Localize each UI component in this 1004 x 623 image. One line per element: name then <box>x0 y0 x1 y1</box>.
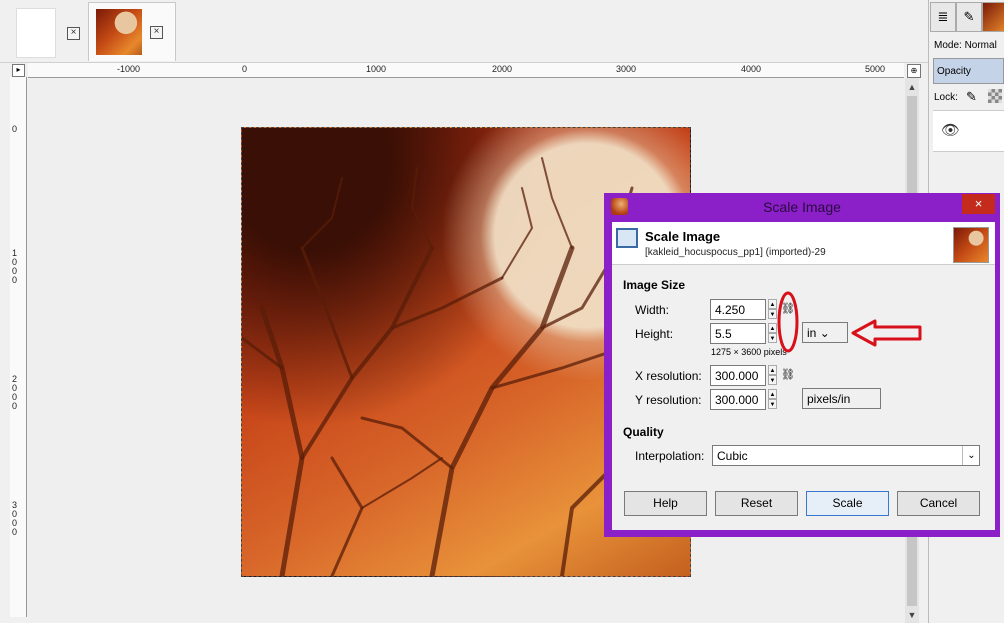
vertical-ruler: 0 1 0 0 0 2 0 0 0 3 0 0 0 <box>10 77 27 617</box>
brush-lock-icon[interactable]: ✎ <box>966 89 977 105</box>
image-thumbnail <box>96 9 142 55</box>
image-size-section-label: Image Size <box>623 278 686 292</box>
chevron-down-icon[interactable]: ⌄ <box>962 446 980 465</box>
dock-tabs: ≣ ✎ <box>930 2 1004 32</box>
height-input[interactable]: 5.5 <box>710 323 766 344</box>
image-preview-icon[interactable] <box>982 2 1004 32</box>
quick-mask-icon[interactable]: ▸ <box>12 64 25 77</box>
interpolation-select[interactable]: Cubic <box>712 445 980 466</box>
width-label: Width: <box>635 303 670 317</box>
scroll-up-icon[interactable]: ▲ <box>905 80 919 94</box>
annotation-overlay <box>777 291 922 353</box>
chain-highlight-circle <box>777 291 799 353</box>
scroll-down-icon[interactable]: ▼ <box>905 608 919 622</box>
dialog-heading: Scale Image <box>645 229 721 244</box>
ruler-tick: 0 <box>12 124 18 134</box>
resolution-chain-icon[interactable]: ⛓ <box>781 370 795 381</box>
paths-icon[interactable]: ✎ <box>956 2 982 32</box>
quality-section-label: Quality <box>623 425 664 439</box>
help-button[interactable]: Help <box>624 491 707 516</box>
y-resolution-spinner[interactable]: ▲ ▼ <box>768 389 777 410</box>
ruler-tick: -1000 <box>117 64 141 74</box>
resolution-unit-select[interactable]: pixels/in <box>802 388 881 409</box>
x-resolution-spinner[interactable]: ▲ ▼ <box>768 365 777 386</box>
x-resolution-label: X resolution: <box>635 369 702 383</box>
zoom-icon[interactable]: ⊕ <box>907 64 921 78</box>
alpha-lock-icon[interactable] <box>988 89 1002 103</box>
ruler-tick: 1 0 0 0 <box>12 248 18 285</box>
y-resolution-label: Y resolution: <box>635 393 702 407</box>
horizontal-ruler: -1000 0 1000 2000 3000 4000 5000 <box>28 63 904 78</box>
ruler-tick: 0 <box>242 64 248 74</box>
image-tab-blank[interactable] <box>16 8 56 58</box>
interpolation-value: Cubic <box>717 449 748 463</box>
mode-label[interactable]: Mode: Normal <box>934 40 997 51</box>
ruler-tick: 1000 <box>366 64 387 74</box>
scale-button[interactable]: Scale <box>806 491 889 516</box>
close-tab-icon[interactable]: × <box>67 27 80 40</box>
dialog-close-button[interactable]: × <box>962 194 995 214</box>
ruler-tick: 3000 <box>616 64 637 74</box>
y-resolution-input[interactable]: 300.000 <box>710 389 766 410</box>
dialog-titlebar[interactable]: Scale Image <box>604 193 1000 221</box>
ruler-tick: 5000 <box>865 64 886 74</box>
eye-visibility-icon[interactable]: 👁 <box>941 121 960 139</box>
layers-icon[interactable]: ≣ <box>930 2 956 32</box>
scale-image-icon <box>616 228 638 248</box>
reset-button[interactable]: Reset <box>715 491 798 516</box>
width-input[interactable]: 4.250 <box>710 299 766 320</box>
close-tab-icon[interactable]: × <box>150 26 163 39</box>
ruler-tick: 3 0 0 0 <box>12 500 18 537</box>
height-label: Height: <box>635 327 674 341</box>
cancel-button[interactable]: Cancel <box>897 491 980 516</box>
opacity-slider[interactable]: Opacity <box>933 58 1004 84</box>
ruler-tick: 4000 <box>741 64 762 74</box>
lock-label: Lock: <box>934 92 958 103</box>
interpolation-label: Interpolation: <box>635 449 705 463</box>
image-thumbnail <box>953 227 989 263</box>
ruler-tick: 2 0 0 0 <box>12 374 18 411</box>
ruler-tick: 2000 <box>492 64 513 74</box>
x-resolution-input[interactable]: 300.000 <box>710 365 766 386</box>
annotation-arrow-icon <box>851 319 922 347</box>
dialog-subtitle: [kakleid_hocuspocus_pp1] (imported)-29 <box>645 247 826 258</box>
